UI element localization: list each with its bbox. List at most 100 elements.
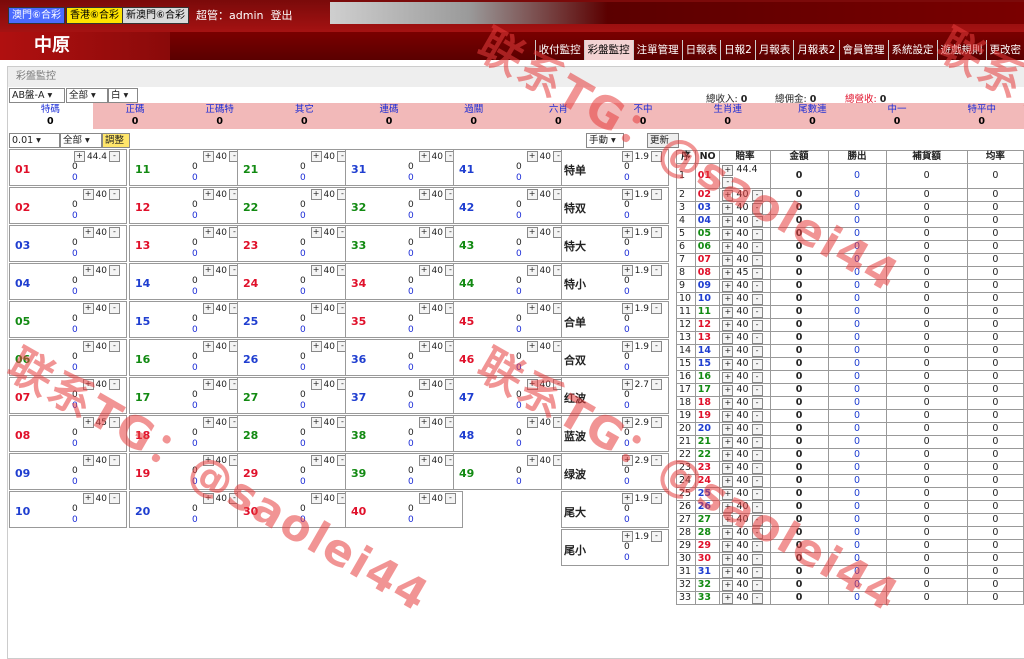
plus-icon[interactable]: + [527, 265, 538, 276]
minus-icon[interactable]: - [109, 455, 120, 466]
plus-icon[interactable]: + [419, 493, 430, 504]
plus-icon[interactable]: + [622, 341, 633, 352]
plus-icon[interactable]: + [722, 489, 733, 500]
win-value[interactable]: 0 [516, 363, 522, 373]
row-win[interactable]: 0 [828, 423, 886, 436]
plus-icon[interactable]: + [622, 151, 633, 162]
minus-icon[interactable]: - [651, 455, 662, 466]
plus-icon[interactable]: + [311, 493, 322, 504]
plus-icon[interactable]: + [722, 242, 733, 253]
number-cell[interactable]: 13+40-00 [129, 225, 247, 262]
number-cell[interactable]: 16+40-00 [129, 339, 247, 376]
row-win[interactable]: 0 [828, 514, 886, 527]
plus-icon[interactable]: + [722, 216, 733, 227]
win-value[interactable]: 0 [516, 249, 522, 259]
minus-icon[interactable]: - [752, 320, 763, 331]
category-tab[interactable]: 中一0 [855, 103, 940, 129]
plus-icon[interactable]: + [419, 227, 430, 238]
special-cell[interactable]: 合单+1.9-00 [561, 301, 669, 338]
lottery-tab[interactable]: 新澳門⑥合彩 [122, 7, 189, 24]
plus-icon[interactable]: + [722, 528, 733, 539]
logout-link[interactable]: 登出 [270, 9, 292, 22]
special-cell[interactable]: 特小+1.9-00 [561, 263, 669, 300]
plus-icon[interactable]: + [311, 303, 322, 314]
lottery-tab[interactable]: 香港⑥合彩 [66, 7, 123, 24]
win-value[interactable]: 0 [300, 477, 306, 487]
plus-icon[interactable]: + [203, 265, 214, 276]
plus-icon[interactable]: + [83, 417, 94, 428]
number-cell[interactable]: 29+40-00 [237, 453, 355, 490]
plus-icon[interactable]: + [83, 341, 94, 352]
plus-icon[interactable]: + [722, 346, 733, 357]
number-cell[interactable]: 28+40-00 [237, 415, 355, 452]
mode-select[interactable]: 手動 ▾ [586, 133, 624, 148]
scope-select[interactable]: 全部 ▾ [66, 88, 108, 103]
number-cell[interactable]: 26+40-00 [237, 339, 355, 376]
win-value[interactable]: 0 [72, 325, 78, 335]
number-cell[interactable]: 27+40-00 [237, 377, 355, 414]
plus-icon[interactable]: + [722, 320, 733, 331]
minus-icon[interactable]: - [752, 190, 763, 201]
plus-icon[interactable]: + [419, 379, 430, 390]
category-tab[interactable]: 不中0 [601, 103, 686, 129]
row-win[interactable]: 0 [828, 475, 886, 488]
plus-icon[interactable]: + [722, 229, 733, 240]
plus-icon[interactable]: + [722, 398, 733, 409]
scope2-select[interactable]: 全部 ▾ [60, 133, 102, 148]
row-win[interactable]: 0 [828, 293, 886, 306]
plus-icon[interactable]: + [722, 333, 733, 344]
row-win[interactable]: 0 [828, 410, 886, 423]
number-cell[interactable]: 25+40-00 [237, 301, 355, 338]
category-tab[interactable]: 特碼0 [8, 103, 93, 129]
category-tab[interactable]: 正碼特0 [177, 103, 262, 129]
win-value[interactable]: 0 [624, 515, 630, 525]
plus-icon[interactable]: + [83, 265, 94, 276]
row-win[interactable]: 0 [828, 228, 886, 241]
plus-icon[interactable]: + [83, 227, 94, 238]
plus-icon[interactable]: + [722, 294, 733, 305]
win-value[interactable]: 0 [408, 515, 414, 525]
nav-item[interactable]: 日報2 [720, 40, 755, 60]
nav-item[interactable]: 收付監控 [535, 40, 584, 60]
win-value[interactable]: 0 [300, 211, 306, 221]
plus-icon[interactable]: + [203, 455, 214, 466]
plus-icon[interactable]: + [203, 303, 214, 314]
minus-icon[interactable]: - [752, 398, 763, 409]
nav-item[interactable]: 月報表2 [793, 40, 838, 60]
refresh-button[interactable]: 更新 [647, 133, 679, 148]
nav-item[interactable]: 系統設定 [888, 40, 937, 60]
win-value[interactable]: 0 [516, 211, 522, 221]
minus-icon[interactable]: - [651, 379, 662, 390]
minus-icon[interactable]: - [109, 417, 120, 428]
win-value[interactable]: 0 [300, 439, 306, 449]
number-cell[interactable]: 37+40-00 [345, 377, 463, 414]
nav-item[interactable]: 注單管理 [633, 40, 682, 60]
win-value[interactable]: 0 [300, 173, 306, 183]
number-cell[interactable]: 35+40-00 [345, 301, 463, 338]
plus-icon[interactable]: + [203, 379, 214, 390]
win-value[interactable]: 0 [624, 287, 630, 297]
number-cell[interactable]: 21+40-00 [237, 149, 355, 186]
minus-icon[interactable]: - [752, 307, 763, 318]
win-value[interactable]: 0 [192, 287, 198, 297]
win-value[interactable]: 0 [300, 401, 306, 411]
plus-icon[interactable]: + [419, 151, 430, 162]
category-tab[interactable]: 六肖0 [516, 103, 601, 129]
row-win[interactable]: 0 [828, 202, 886, 215]
plus-icon[interactable]: + [311, 341, 322, 352]
plus-icon[interactable]: + [311, 227, 322, 238]
plus-icon[interactable]: + [203, 227, 214, 238]
row-win[interactable]: 0 [828, 384, 886, 397]
plus-icon[interactable]: + [622, 531, 633, 542]
minus-icon[interactable]: - [109, 379, 120, 390]
row-win[interactable]: 0 [828, 319, 886, 332]
number-cell[interactable]: 46+40-00 [453, 339, 571, 376]
plus-icon[interactable]: + [722, 580, 733, 591]
row-win[interactable]: 0 [828, 501, 886, 514]
win-value[interactable]: 0 [72, 363, 78, 373]
plus-icon[interactable]: + [722, 593, 733, 604]
plus-icon[interactable]: + [722, 554, 733, 565]
special-cell[interactable]: 合双+1.9-00 [561, 339, 669, 376]
plus-icon[interactable]: + [722, 411, 733, 422]
minus-icon[interactable]: - [651, 265, 662, 276]
